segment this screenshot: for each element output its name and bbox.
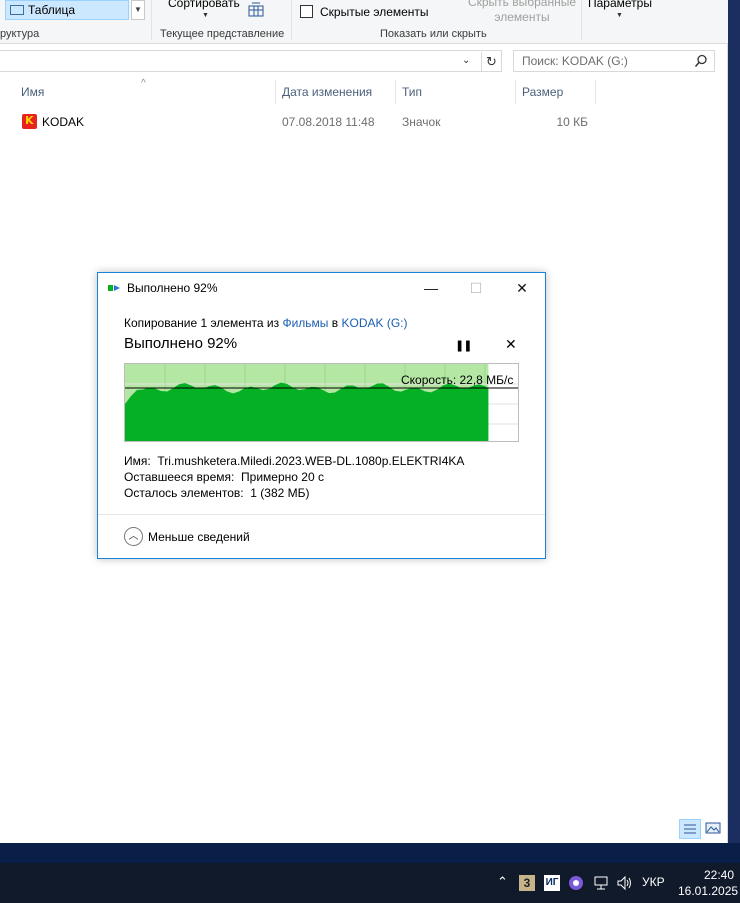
clock-time: 22:40 — [703, 868, 734, 882]
ribbon-separator — [151, 0, 152, 40]
pause-button[interactable]: ❚❚ — [455, 339, 472, 352]
items-remaining-row: Осталось элементов: 1 (382 МБ) — [124, 486, 310, 500]
hidden-items-label: Скрытые элементы — [320, 5, 429, 19]
column-header-name[interactable]: Имя — [14, 78, 274, 106]
address-bar[interactable]: ⌄ ↻ — [0, 50, 502, 72]
language-indicator[interactable]: УКР — [642, 875, 665, 889]
fewer-details-button[interactable]: Меньше сведений — [148, 530, 250, 544]
file-name: KODAK — [42, 115, 85, 129]
source-folder-link[interactable]: Фильмы — [282, 316, 328, 330]
network-icon-glyph — [594, 876, 608, 890]
hide-selected-button[interactable]: Скрыть выбранные элементы — [467, 0, 577, 25]
column-header-date[interactable]: Дата изменения — [275, 78, 395, 106]
ribbon-separator — [291, 0, 292, 40]
table-row[interactable]: KODAK 07.08.2018 11:48 Значок 10 КБ — [0, 110, 728, 134]
kodak-file-icon — [22, 114, 37, 129]
table-view-button[interactable]: Таблица — [5, 0, 129, 20]
layout-group-label: руктура — [0, 28, 40, 40]
copy-progress-dialog: Выполнено 92% — ☐ ✕ Копирование 1 элемен… — [97, 272, 546, 559]
column-divider[interactable] — [595, 80, 596, 104]
details-view-button[interactable] — [679, 819, 701, 839]
add-columns-icon[interactable] — [248, 2, 264, 18]
chevron-down-icon[interactable]: ⌄ — [462, 55, 470, 66]
ribbon-separator — [581, 0, 582, 40]
hidden-items-checkbox[interactable] — [300, 5, 313, 18]
large-icons-view-icon — [705, 822, 721, 834]
table-view-icon — [10, 5, 24, 15]
copy-description: Копирование 1 элемента из Фильмы в KODAK… — [124, 316, 408, 330]
ribbon: Таблица ▼ руктура Сортировать ▼ Текущее … — [0, 0, 728, 44]
progress-status: Выполнено 92% — [124, 335, 238, 352]
hide-selected-label: элементы — [494, 10, 550, 24]
browser-tray-icon[interactable] — [568, 875, 584, 891]
minimize-button[interactable]: — — [416, 277, 446, 299]
current-view-group-label: Текущее представление — [160, 28, 285, 40]
close-button[interactable]: ✕ — [507, 277, 537, 299]
time-remaining-row: Оставшееся время: Примерно 20 с — [124, 470, 324, 484]
time-remaining-label: Оставшееся время: — [124, 470, 235, 484]
column-header-size[interactable]: Размер — [515, 78, 595, 106]
copy-icon — [108, 285, 120, 291]
network-icon[interactable] — [592, 875, 610, 891]
volume-icon[interactable] — [616, 875, 634, 891]
details-view-icon — [684, 824, 696, 834]
speaker-icon — [617, 875, 631, 891]
search-placeholder: Поиск: KODAK (G:) — [522, 54, 628, 68]
address-row: ⌄ ↻ Поиск: KODAK (G:) — [0, 50, 728, 74]
clock-date: 16.01.2025 — [678, 884, 739, 898]
options-button[interactable]: Параметры — [588, 0, 652, 10]
hide-selected-label: Скрыть выбранные — [467, 0, 577, 9]
column-header-type[interactable]: Тип — [395, 78, 515, 106]
search-icon — [694, 54, 707, 67]
desktop-background — [728, 0, 740, 843]
search-input[interactable]: Поиск: KODAK (G:) — [513, 50, 715, 72]
taskbar: ⌃ 3 ИГ УКР 22:40 16.01.2025 — [0, 863, 740, 903]
sort-button[interactable]: Сортировать — [168, 0, 240, 10]
time-remaining-value: Примерно 20 с — [241, 470, 324, 484]
refresh-icon[interactable]: ↻ — [481, 52, 501, 72]
maximize-button: ☐ — [469, 280, 483, 296]
dialog-divider — [98, 514, 545, 515]
file-name-label: Имя: — [124, 454, 151, 468]
file-name-row: Имя: Tri.mushketera.Miledi.2023.WEB-DL.1… — [124, 454, 464, 468]
copy-description-mid: в — [328, 316, 342, 330]
file-date: 07.08.2018 11:48 — [282, 115, 375, 129]
chevron-up-icon[interactable]: ︿ — [124, 527, 143, 546]
app-tray-icon[interactable]: ИГ — [544, 875, 560, 891]
destination-drive-link[interactable]: KODAK (G:) — [341, 316, 407, 330]
items-remaining-label: Осталось элементов: — [124, 486, 244, 500]
show-hidden-icons-icon[interactable]: ⌃ — [497, 874, 508, 890]
items-remaining-value: 1 (382 МБ) — [250, 486, 310, 500]
clock[interactable]: 22:40 16.01.2025 — [678, 867, 739, 899]
show-hide-group-label: Показать или скрыть — [380, 28, 487, 40]
stop-button[interactable]: ✕ — [505, 336, 517, 353]
desktop-background — [0, 843, 740, 863]
speed-label: Скорость: 22,8 МБ/с — [401, 373, 514, 387]
layout-dropdown-button[interactable]: ▼ — [131, 0, 145, 20]
copy-description-prefix: Копирование 1 элемента из — [124, 316, 283, 330]
dialog-title: Выполнено 92% — [127, 281, 218, 295]
file-name-value: Tri.mushketera.Miledi.2023.WEB-DL.1080p.… — [157, 454, 465, 468]
file-size: 10 КБ — [556, 115, 588, 129]
large-icons-view-button[interactable] — [703, 819, 725, 839]
chevron-down-icon: ▼ — [202, 12, 209, 19]
chevron-down-icon: ▼ — [616, 12, 623, 19]
speed-area — [125, 382, 489, 441]
table-view-label: Таблица — [28, 3, 76, 17]
app-tray-icon[interactable]: 3 — [519, 875, 535, 891]
browser-icon — [569, 876, 583, 890]
file-type: Значок — [402, 115, 441, 129]
column-headers: ^ Имя Дата изменения Тип Размер — [0, 78, 728, 106]
